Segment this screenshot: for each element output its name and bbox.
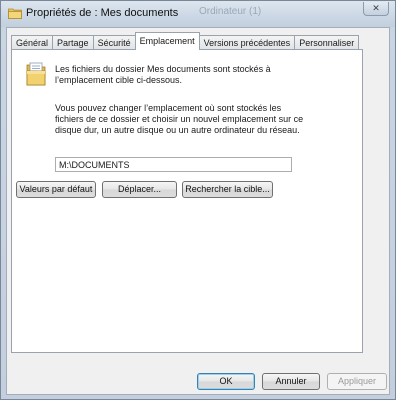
tab-location[interactable]: Emplacement xyxy=(134,32,200,50)
dialog-body: Général Partage Sécurité Emplacement Ver… xyxy=(6,27,390,395)
folder-icon xyxy=(8,7,22,19)
find-target-button[interactable]: Rechercher la cible... xyxy=(182,181,273,198)
ok-button[interactable]: OK xyxy=(197,373,255,390)
restore-default-button[interactable]: Valeurs par défaut xyxy=(16,181,96,198)
location-info-text: Les fichiers du dossier Mes documents so… xyxy=(55,64,271,85)
properties-window: Propriétés de : Mes documents Ordinateur… xyxy=(0,0,396,400)
location-description-text: Vous pouvez changer l’emplacement où son… xyxy=(55,103,304,135)
close-button[interactable]: ✕ xyxy=(363,2,389,16)
tab-sharing[interactable]: Partage xyxy=(52,35,94,50)
close-icon: ✕ xyxy=(372,3,380,13)
window-title: Propriétés de : Mes documents xyxy=(26,7,179,19)
tab-general[interactable]: Général xyxy=(11,35,54,50)
location-tab-panel: Les fichiers du dossier Mes documents so… xyxy=(11,49,363,353)
target-path-input[interactable]: M:\DOCUMENTS xyxy=(55,157,292,172)
background-window-title: Ordinateur (1) xyxy=(199,6,262,17)
cancel-button[interactable]: Annuler xyxy=(262,373,320,390)
title-bar[interactable]: Propriétés de : Mes documents Ordinateur… xyxy=(1,1,395,27)
tab-strip: Général Partage Sécurité Emplacement Ver… xyxy=(11,32,360,50)
move-button[interactable]: Déplacer... xyxy=(102,181,177,198)
tab-security[interactable]: Sécurité xyxy=(92,35,136,50)
documents-folder-icon xyxy=(26,62,46,86)
tab-customize[interactable]: Personnaliser xyxy=(294,35,360,50)
tab-previous-versions[interactable]: Versions précédentes xyxy=(198,35,296,50)
apply-button[interactable]: Appliquer xyxy=(327,373,387,390)
